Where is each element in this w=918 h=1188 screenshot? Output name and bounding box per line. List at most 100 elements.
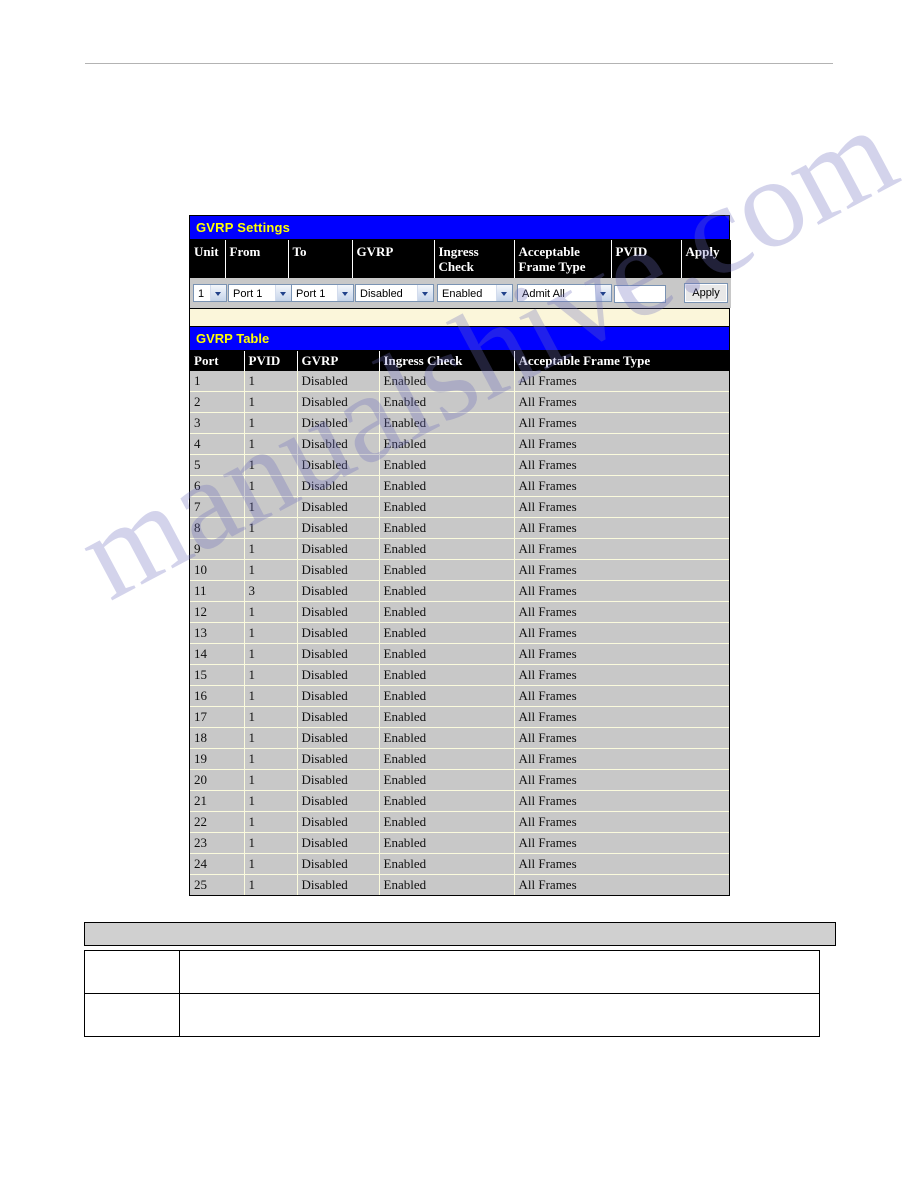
gvrp-cell-pvid: 1 bbox=[244, 622, 298, 644]
gvrp-cell-gvrp: Disabled bbox=[297, 412, 380, 434]
gvrp-cell-port: 9 bbox=[190, 538, 245, 560]
gvrp-cell-port: 12 bbox=[190, 601, 245, 623]
table-row: 16 1 Disabled Enabled All Frames bbox=[190, 685, 729, 707]
gvrp-cell-gvrp: Disabled bbox=[297, 769, 380, 791]
gvrp-cell-pvid: 1 bbox=[244, 517, 298, 539]
gvrp-cell-port: 6 bbox=[190, 475, 245, 497]
table-row: 3 1 Disabled Enabled All Frames bbox=[190, 412, 729, 434]
parameter-row bbox=[84, 950, 820, 994]
ingress-check-select-value: Enabled bbox=[442, 288, 483, 300]
chevron-down-icon[interactable] bbox=[496, 285, 512, 301]
gvrp-cell-pvid: 1 bbox=[244, 496, 298, 518]
gvrp-cell-ingress-check: Enabled bbox=[379, 727, 515, 749]
gvrp-cell-port: 2 bbox=[190, 391, 245, 413]
unit-cell: 1 bbox=[190, 278, 227, 308]
chevron-down-icon[interactable] bbox=[595, 285, 611, 301]
gvrp-cell-gvrp: Disabled bbox=[297, 727, 380, 749]
gvrp-cell-gvrp: Disabled bbox=[297, 664, 380, 686]
gvrp-select-value: Disabled bbox=[360, 288, 403, 300]
gvrp-cell-pvid: 1 bbox=[244, 790, 298, 812]
settings-header-row: Unit From To GVRP Ingress Check Acceptab… bbox=[190, 240, 731, 278]
gvrp-cell-pvid: 1 bbox=[244, 685, 298, 707]
gvrp-cell-acceptable-frame-type: All Frames bbox=[514, 433, 729, 455]
gvrp-cell-gvrp: Disabled bbox=[297, 748, 380, 770]
table-row: 9 1 Disabled Enabled All Frames bbox=[190, 538, 729, 560]
table-row: 5 1 Disabled Enabled All Frames bbox=[190, 454, 729, 476]
gvrp-cell-ingress-check: Enabled bbox=[379, 706, 515, 728]
gvrp-cell-gvrp: Disabled bbox=[297, 559, 380, 581]
gvrp-cell-pvid: 1 bbox=[244, 832, 298, 854]
gvrp-settings-title: GVRP Settings bbox=[190, 216, 729, 240]
chevron-down-icon[interactable] bbox=[275, 285, 291, 301]
settings-header-unit: Unit bbox=[190, 240, 226, 278]
settings-header-from: From bbox=[225, 240, 289, 278]
gvrp-cell-port: 10 bbox=[190, 559, 245, 581]
table-row: 6 1 Disabled Enabled All Frames bbox=[190, 475, 729, 497]
parameter-description bbox=[179, 950, 820, 994]
gvrp-cell-gvrp: Disabled bbox=[297, 538, 380, 560]
gvrp-cell: Disabled bbox=[352, 278, 434, 308]
pvid-cell bbox=[611, 278, 681, 308]
pvid-input[interactable] bbox=[614, 284, 666, 303]
table-row: 14 1 Disabled Enabled All Frames bbox=[190, 643, 729, 665]
gvrp-cell-pvid: 1 bbox=[244, 664, 298, 686]
gvrp-cell-ingress-check: Enabled bbox=[379, 601, 515, 623]
gvrp-cell-port: 21 bbox=[190, 790, 245, 812]
gvrp-cell-port: 18 bbox=[190, 727, 245, 749]
gvrp-cell-port: 24 bbox=[190, 853, 245, 875]
gvrp-cell-port: 13 bbox=[190, 622, 245, 644]
gvrp-cell-acceptable-frame-type: All Frames bbox=[514, 580, 729, 602]
gvrp-cell-pvid: 1 bbox=[244, 433, 298, 455]
gvrp-cell-gvrp: Disabled bbox=[297, 685, 380, 707]
gvrp-header-ingress-check: Ingress Check bbox=[379, 351, 515, 371]
gvrp-cell-acceptable-frame-type: All Frames bbox=[514, 538, 729, 560]
gvrp-cell-ingress-check: Enabled bbox=[379, 496, 515, 518]
gvrp-cell-port: 17 bbox=[190, 706, 245, 728]
chevron-down-icon[interactable] bbox=[337, 285, 353, 301]
gvrp-cell-pvid: 1 bbox=[244, 811, 298, 833]
gvrp-cell-gvrp: Disabled bbox=[297, 874, 380, 895]
gvrp-cell-acceptable-frame-type: All Frames bbox=[514, 643, 729, 665]
gvrp-cell-ingress-check: Enabled bbox=[379, 790, 515, 812]
gvrp-cell-ingress-check: Enabled bbox=[379, 622, 515, 644]
unit-select[interactable]: 1 bbox=[193, 284, 227, 302]
ingress-check-select[interactable]: Enabled bbox=[437, 284, 513, 302]
to-port-select[interactable]: Port 1 bbox=[291, 284, 354, 302]
gvrp-cell-acceptable-frame-type: All Frames bbox=[514, 874, 729, 895]
gvrp-cell-ingress-check: Enabled bbox=[379, 412, 515, 434]
acceptable-frame-type-select[interactable]: Admit All bbox=[517, 284, 612, 302]
chevron-down-icon[interactable] bbox=[417, 285, 433, 301]
gvrp-cell-acceptable-frame-type: All Frames bbox=[514, 664, 729, 686]
table-row: 24 1 Disabled Enabled All Frames bbox=[190, 853, 729, 875]
parameter-description-table bbox=[84, 950, 820, 1037]
gvrp-cell-acceptable-frame-type: All Frames bbox=[514, 371, 729, 392]
gvrp-cell-acceptable-frame-type: All Frames bbox=[514, 559, 729, 581]
gvrp-cell-pvid: 3 bbox=[244, 580, 298, 602]
gvrp-select[interactable]: Disabled bbox=[355, 284, 434, 302]
gvrp-cell-ingress-check: Enabled bbox=[379, 769, 515, 791]
gvrp-cell-ingress-check: Enabled bbox=[379, 517, 515, 539]
table-row: 8 1 Disabled Enabled All Frames bbox=[190, 517, 729, 539]
gvrp-table: Port PVID GVRP Ingress Check Acceptable … bbox=[190, 351, 729, 895]
table-row: 18 1 Disabled Enabled All Frames bbox=[190, 727, 729, 749]
gvrp-cell-gvrp: Disabled bbox=[297, 811, 380, 833]
chevron-down-icon[interactable] bbox=[210, 285, 226, 301]
gvrp-cell-gvrp: Disabled bbox=[297, 706, 380, 728]
gvrp-cell-pvid: 1 bbox=[244, 559, 298, 581]
gvrp-cell-pvid: 1 bbox=[244, 371, 298, 392]
gvrp-cell-acceptable-frame-type: All Frames bbox=[514, 454, 729, 476]
gvrp-cell-gvrp: Disabled bbox=[297, 622, 380, 644]
table-row: 11 3 Disabled Enabled All Frames bbox=[190, 580, 729, 602]
settings-header-ingress-check: Ingress Check bbox=[434, 240, 515, 278]
apply-button[interactable]: Apply bbox=[684, 283, 728, 303]
table-row: 19 1 Disabled Enabled All Frames bbox=[190, 748, 729, 770]
gvrp-cell-port: 5 bbox=[190, 454, 245, 476]
settings-footer-strip bbox=[190, 308, 729, 326]
gvrp-cell-acceptable-frame-type: All Frames bbox=[514, 496, 729, 518]
from-port-select[interactable]: Port 1 bbox=[228, 284, 292, 302]
table-row: 22 1 Disabled Enabled All Frames bbox=[190, 811, 729, 833]
gvrp-cell-acceptable-frame-type: All Frames bbox=[514, 790, 729, 812]
gvrp-cell-ingress-check: Enabled bbox=[379, 580, 515, 602]
gvrp-cell-ingress-check: Enabled bbox=[379, 475, 515, 497]
gvrp-cell-port: 22 bbox=[190, 811, 245, 833]
